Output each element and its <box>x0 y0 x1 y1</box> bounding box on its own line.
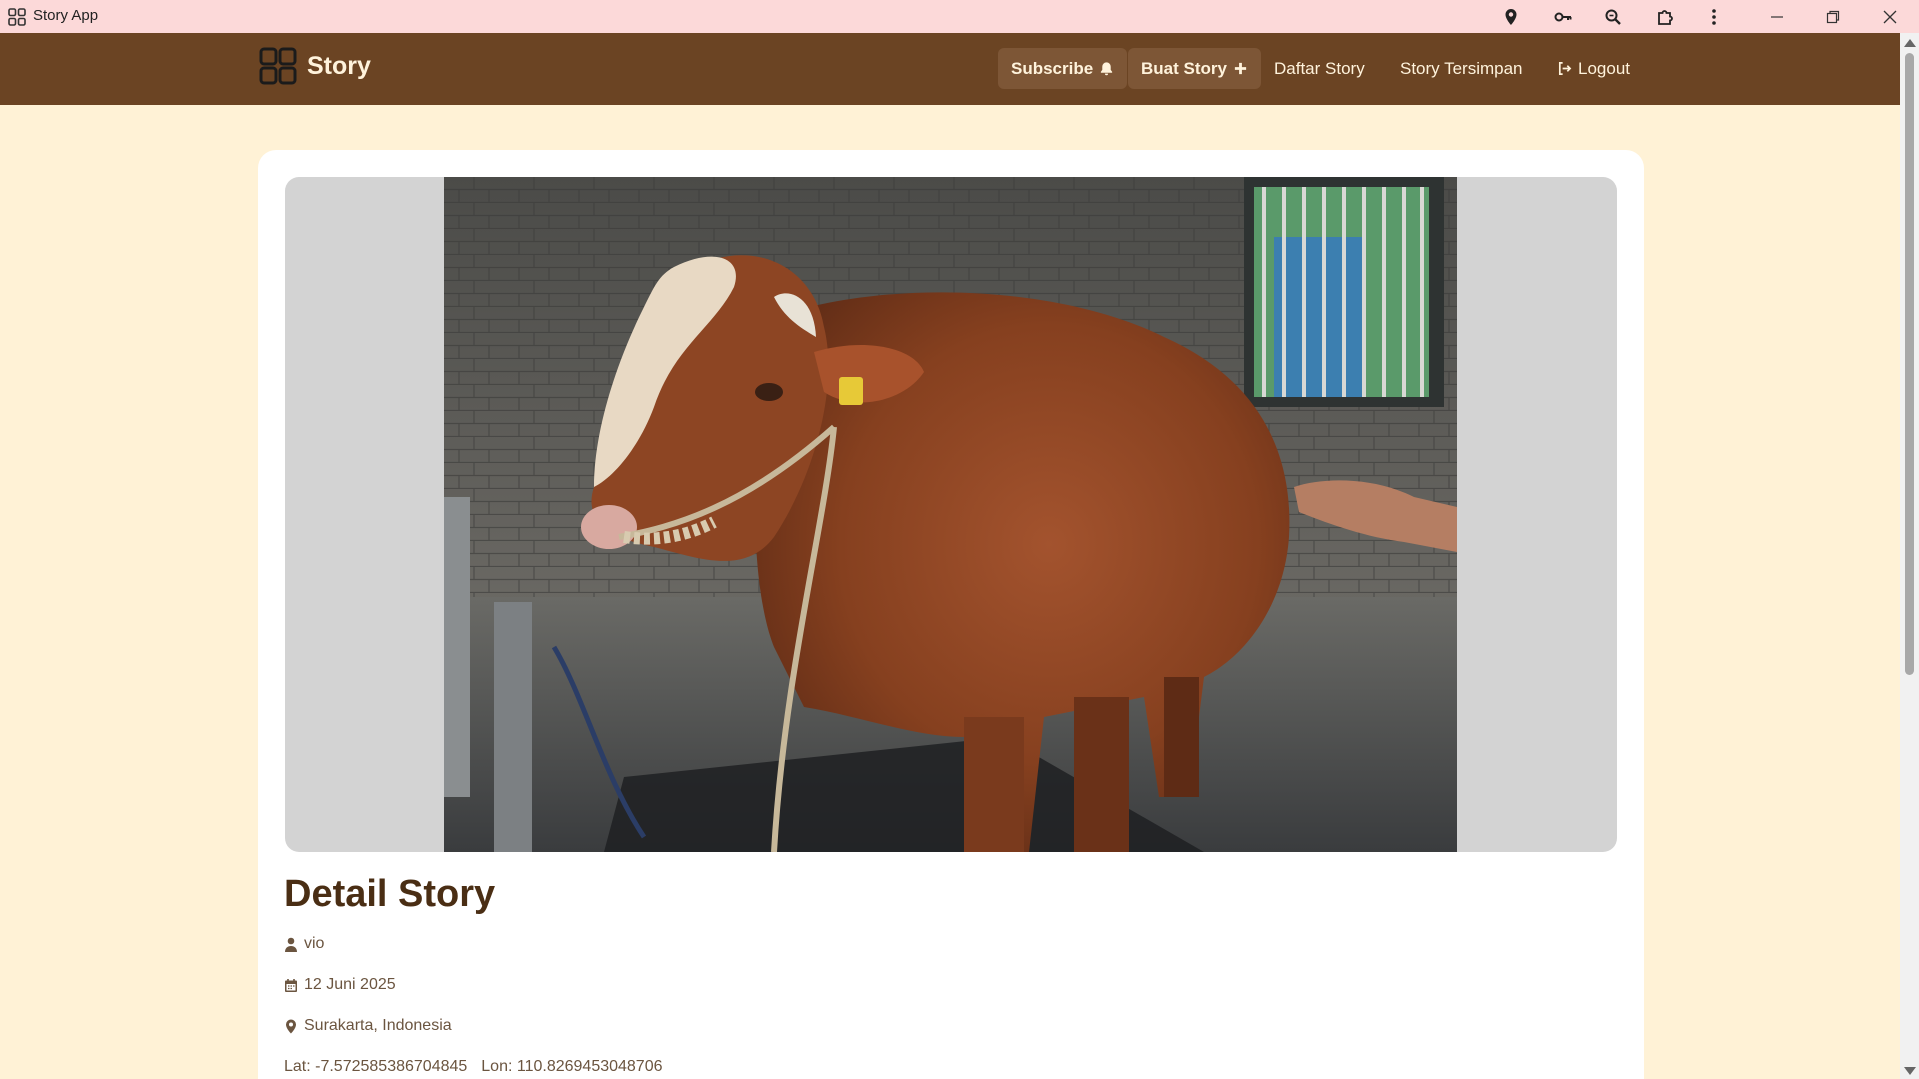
location-row: Surakarta, Indonesia <box>284 1017 452 1035</box>
story-tersimpan-link[interactable]: Story Tersimpan <box>1387 48 1536 89</box>
brand-grid-icon <box>259 47 297 85</box>
author-name: vio <box>304 935 325 952</box>
daftar-story-label: Daftar Story <box>1274 58 1365 78</box>
bell-icon <box>1101 62 1113 76</box>
longitude-value: Lon: 110.8269453048706 <box>481 1058 663 1075</box>
logout-button[interactable]: Logout <box>1544 48 1643 89</box>
story-tersimpan-label: Story Tersimpan <box>1400 58 1523 78</box>
scroll-down-icon[interactable] <box>1904 1067 1916 1075</box>
scroll-up-icon[interactable] <box>1904 39 1916 47</box>
logout-icon <box>1558 62 1572 75</box>
extensions-icon[interactable] <box>1643 0 1687 33</box>
window-title: Story App <box>33 7 99 24</box>
plus-icon <box>1234 62 1247 75</box>
window-titlebar: Story App <box>0 0 1919 33</box>
story-detail-card: Detail Story vio 12 Juni 2025 Surakarta,… <box>258 150 1644 1079</box>
story-location: Surakarta, Indonesia <box>304 1017 452 1034</box>
key-icon[interactable] <box>1541 0 1585 33</box>
brand[interactable]: Story <box>259 47 371 85</box>
map-pin-icon <box>286 1019 296 1033</box>
story-date: 12 Juni 2025 <box>304 976 396 993</box>
story-image-frame <box>285 177 1617 852</box>
latitude-value: Lat: -7.572585386704845 <box>284 1058 468 1075</box>
daftar-story-link[interactable]: Daftar Story <box>1261 48 1378 89</box>
minimize-icon[interactable] <box>1755 0 1799 33</box>
location-icon[interactable] <box>1489 0 1533 33</box>
subscribe-button[interactable]: Subscribe <box>998 48 1128 89</box>
brand-name: Story <box>307 51 371 80</box>
subscribe-label: Subscribe <box>1011 58 1094 78</box>
buat-story-label: Buat Story <box>1141 58 1227 78</box>
detail-story-title: Detail Story <box>284 873 496 915</box>
close-icon[interactable] <box>1868 0 1912 33</box>
restore-icon[interactable] <box>1811 0 1855 33</box>
page-scrollbar[interactable] <box>1900 33 1919 1079</box>
more-icon[interactable] <box>1692 0 1736 33</box>
author-row: vio <box>284 935 324 953</box>
zoom-icon[interactable] <box>1591 0 1635 33</box>
coordinates-row: Lat: -7.572585386704845 Lon: 110.8269453… <box>284 1058 663 1076</box>
calendar-icon <box>285 978 297 992</box>
user-icon <box>285 937 297 952</box>
buat-story-button[interactable]: Buat Story <box>1128 48 1261 89</box>
scroll-thumb[interactable] <box>1905 53 1914 675</box>
logout-label: Logout <box>1578 58 1630 78</box>
date-row: 12 Juni 2025 <box>284 976 396 994</box>
app-grid-icon <box>8 8 26 26</box>
story-photo <box>444 177 1457 852</box>
app-navbar: Story Subscribe Buat Story Daftar Story … <box>0 33 1900 105</box>
